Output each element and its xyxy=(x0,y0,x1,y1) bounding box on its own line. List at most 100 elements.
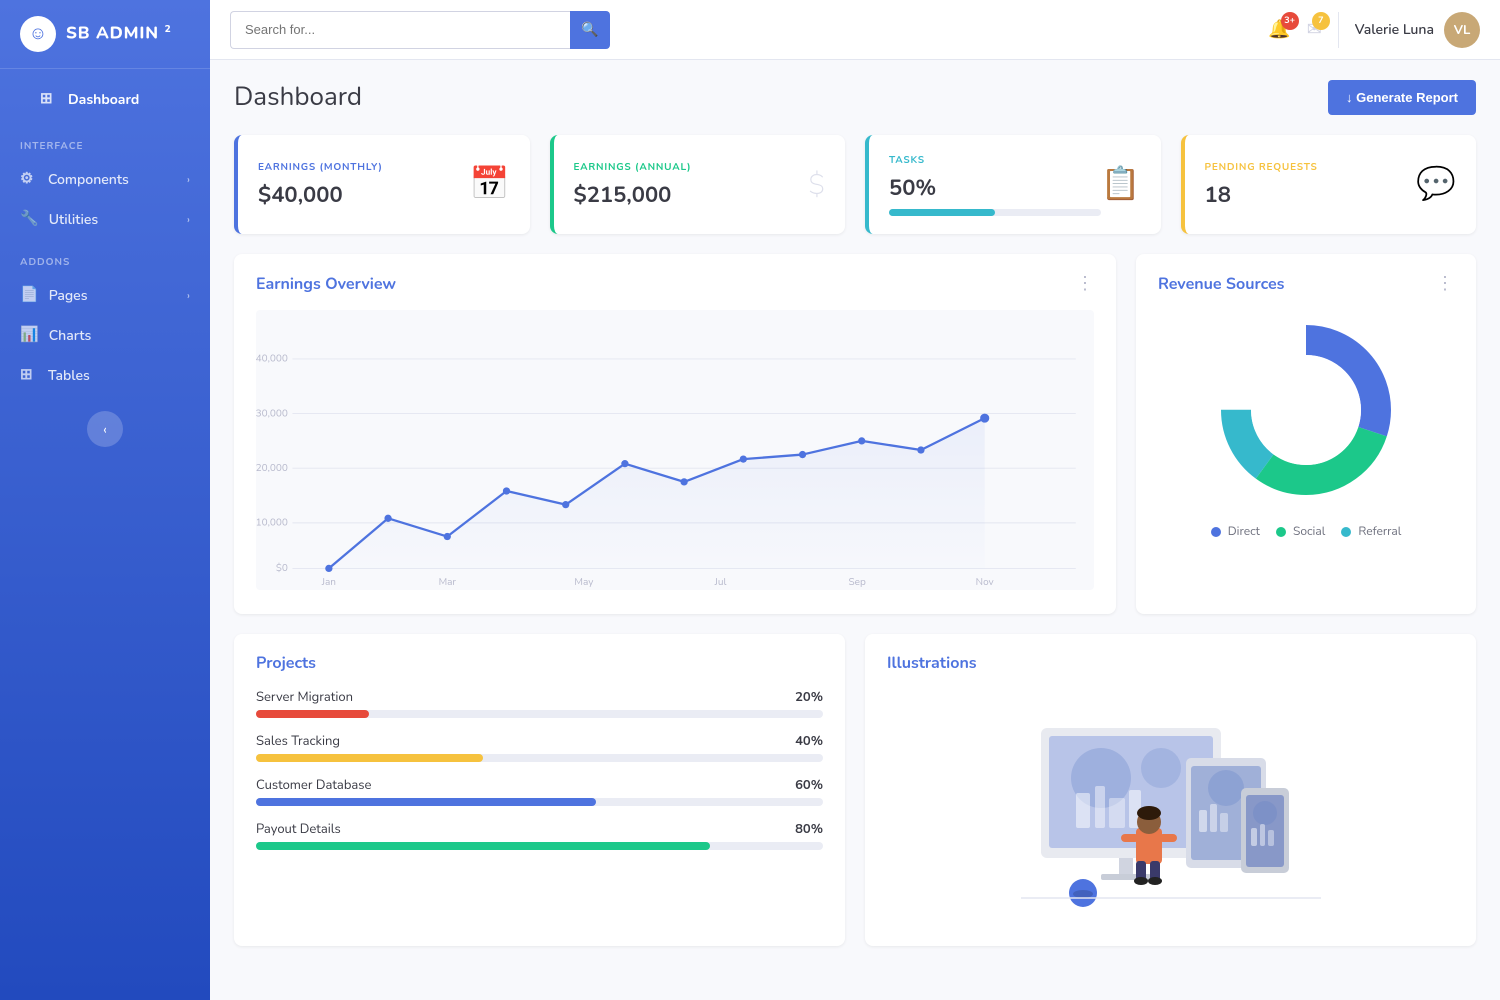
stat-label: EARNINGS (MONTHLY) xyxy=(258,160,383,174)
illustrations-header: Illustrations xyxy=(887,652,1454,674)
illustrations-card: Illustrations xyxy=(865,634,1476,946)
search-container: 🔍 xyxy=(230,11,610,49)
earnings-chart-title: Earnings Overview xyxy=(256,273,396,295)
projects-card-header: Projects xyxy=(256,652,823,674)
sidebar-item-label: Charts xyxy=(49,326,92,345)
topbar-divider xyxy=(1338,12,1339,48)
search-button[interactable]: 🔍 xyxy=(570,11,610,49)
alerts-badge[interactable]: 🔔 3+ xyxy=(1268,18,1290,42)
progress-fill xyxy=(256,798,596,806)
task-progress xyxy=(889,209,1101,216)
topbar: 🔍 🔔 3+ ✉ 7 Valerie Luna VL xyxy=(210,0,1500,60)
project-row-payout-details: Payout Details 80% xyxy=(256,820,823,850)
main-content: 🔍 🔔 3+ ✉ 7 Valerie Luna VL xyxy=(210,0,1500,1000)
sidebar-item-charts[interactable]: 📊 Charts xyxy=(0,315,210,355)
sidebar-item-label: Utilities xyxy=(49,210,99,229)
sidebar-item-label: Pages xyxy=(49,286,88,305)
social-dot xyxy=(1276,527,1286,537)
progress-fill xyxy=(256,754,483,762)
topbar-right: 🔔 3+ ✉ 7 Valerie Luna VL xyxy=(1268,12,1480,48)
stat-value: $215,000 xyxy=(574,180,692,210)
project-name: Sales Tracking xyxy=(256,732,340,750)
page-title: Dashboard xyxy=(234,80,362,115)
brand-name: SB ADMIN 2 xyxy=(66,22,171,46)
card-header: Revenue Sources ⋮ xyxy=(1158,272,1454,296)
project-name: Server Migration xyxy=(256,688,353,706)
clipboard-icon: 📋 xyxy=(1101,163,1141,206)
sidebar-collapse-button[interactable]: ‹ xyxy=(87,411,123,447)
project-name: Payout Details xyxy=(256,820,341,838)
project-pct: 40% xyxy=(795,732,823,750)
svg-text:$40,000: $40,000 xyxy=(256,352,288,366)
svg-text:$30,000: $30,000 xyxy=(256,406,288,420)
sidebar-section-interface: INTERFACE xyxy=(0,123,210,159)
svg-text:Mar: Mar xyxy=(439,575,457,589)
alerts-count: 3+ xyxy=(1281,12,1299,30)
more-options-icon[interactable]: ⋮ xyxy=(1436,272,1454,296)
more-options-icon[interactable]: ⋮ xyxy=(1076,272,1094,296)
dollar-icon: $ xyxy=(808,166,825,204)
direct-dot xyxy=(1211,527,1221,537)
stat-value: $40,000 xyxy=(258,180,383,210)
legend-social: Social xyxy=(1276,524,1325,540)
charts-icon: 📊 xyxy=(20,325,39,345)
stat-label: PENDING REQUESTS xyxy=(1205,160,1318,174)
svg-text:May: May xyxy=(574,575,593,589)
sidebar-section-addons: ADDONS xyxy=(0,239,210,275)
projects-title: Projects xyxy=(256,652,316,674)
project-row-customer-database: Customer Database 60% xyxy=(256,776,823,806)
sidebar-item-utilities[interactable]: 🔧 Utilities › xyxy=(0,199,210,239)
svg-text:Nov: Nov xyxy=(976,575,994,589)
generate-report-button[interactable]: ↓ Generate Report xyxy=(1328,80,1476,115)
sidebar-item-pages[interactable]: 📄 Pages › xyxy=(0,275,210,315)
chevron-right-icon: › xyxy=(187,288,190,303)
tables-icon: ⊞ xyxy=(20,365,38,385)
referral-dot xyxy=(1341,527,1351,537)
sidebar-item-tables[interactable]: ⊞ Tables xyxy=(0,355,210,395)
sidebar-brand[interactable]: ☺ SB ADMIN 2 xyxy=(0,0,210,69)
page-content: Dashboard ↓ Generate Report EARNINGS (MO… xyxy=(210,60,1500,1000)
sidebar-item-label: Components xyxy=(48,170,129,189)
search-input[interactable] xyxy=(230,11,570,49)
projects-card: Projects Server Migration 20% Sales Trac… xyxy=(234,634,845,946)
earnings-chart-card: Earnings Overview ⋮ $40,000 $30,000 xyxy=(234,254,1116,614)
calendar-icon: 📅 xyxy=(470,163,510,206)
user-info[interactable]: Valerie Luna VL xyxy=(1355,12,1480,48)
progress-fill xyxy=(256,842,710,850)
sidebar-item-dashboard[interactable]: ⊞ Dashboard xyxy=(20,79,190,119)
avatar: VL xyxy=(1444,12,1480,48)
search-icon: 🔍 xyxy=(581,21,598,38)
legend-direct: Direct xyxy=(1211,524,1260,540)
chevron-right-icon: › xyxy=(187,172,190,187)
svg-text:Jul: Jul xyxy=(714,575,727,589)
revenue-sources-title: Revenue Sources xyxy=(1158,273,1284,295)
earnings-line-chart: $40,000 $30,000 $20,000 $10,000 $0 Jan M… xyxy=(256,310,1094,596)
messages-badge[interactable]: ✉ 7 xyxy=(1307,18,1322,42)
stat-card-earnings-monthly: EARNINGS (MONTHLY) $40,000 📅 xyxy=(234,135,530,234)
stat-value: 18 xyxy=(1205,180,1318,210)
progress-bar-bg xyxy=(256,842,823,850)
illustrations-title: Illustrations xyxy=(887,652,977,674)
stat-cards: EARNINGS (MONTHLY) $40,000 📅 EARNINGS (A… xyxy=(234,135,1476,234)
illustration-area xyxy=(887,688,1454,928)
dashboard-icon: ⊞ xyxy=(40,89,58,109)
project-row-header: Customer Database 60% xyxy=(256,776,823,794)
project-row-server-migration: Server Migration 20% xyxy=(256,688,823,718)
legend-referral: Referral xyxy=(1341,524,1401,540)
stat-card-tasks: TASKS 50% 📋 xyxy=(865,135,1161,234)
messages-count: 7 xyxy=(1312,12,1330,30)
chat-icon: 💬 xyxy=(1416,163,1456,206)
project-pct: 60% xyxy=(795,776,823,794)
donut-chart-wrap: Direct Social Referral xyxy=(1158,310,1454,540)
user-name: Valerie Luna xyxy=(1355,20,1434,39)
stat-label: TASKS xyxy=(889,153,1101,167)
project-name: Customer Database xyxy=(256,776,371,794)
progress-bar-bg xyxy=(256,754,823,762)
sidebar: ☺ SB ADMIN 2 ⊞ Dashboard INTERFACE ⚙ Com… xyxy=(0,0,210,1000)
project-pct: 80% xyxy=(795,820,823,838)
progress-bar-bg xyxy=(256,710,823,718)
bottom-row: Projects Server Migration 20% Sales Trac… xyxy=(234,634,1476,946)
svg-text:$0: $0 xyxy=(276,561,288,575)
svg-text:Sep: Sep xyxy=(849,575,866,589)
sidebar-item-components[interactable]: ⚙ Components › xyxy=(0,159,210,199)
